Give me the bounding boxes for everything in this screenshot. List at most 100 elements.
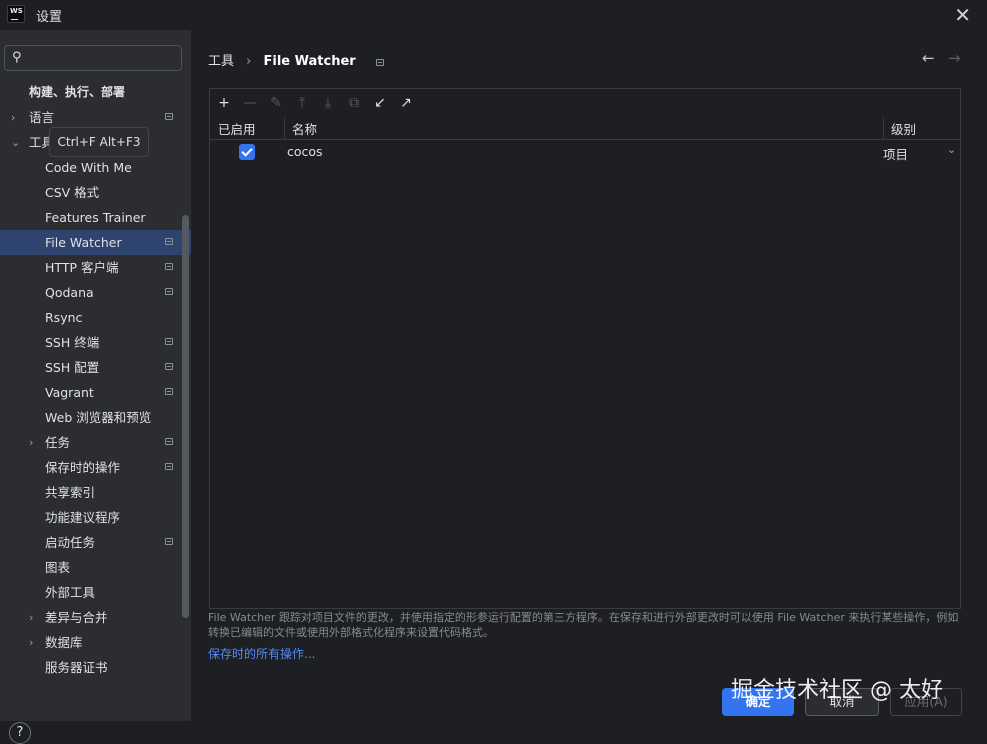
chevron-down-icon[interactable]: ⌄ xyxy=(947,143,956,156)
title-bar: WS 设置 ✕ xyxy=(0,0,987,30)
enabled-checkbox[interactable] xyxy=(239,144,255,160)
project-scope-icon xyxy=(165,463,173,470)
sidebar-item[interactable]: 图表 xyxy=(0,555,191,580)
column-enabled[interactable]: 已启用 xyxy=(218,119,256,138)
column-level[interactable]: 级别 xyxy=(891,119,916,138)
move-up-icon[interactable]: ⤒ xyxy=(292,93,312,113)
back-arrow-icon[interactable]: ← xyxy=(922,49,935,67)
sidebar-item[interactable]: CSV 格式 xyxy=(0,180,191,205)
forward-arrow-icon[interactable]: → xyxy=(948,49,961,67)
project-scope-icon xyxy=(165,438,173,445)
project-scope-icon xyxy=(165,113,173,120)
sidebar-item-label: Web 浏览器和预览 xyxy=(45,410,152,425)
sidebar-item[interactable]: 外部工具 xyxy=(0,580,191,605)
search-icon: ⚲ xyxy=(12,50,22,65)
sidebar-item[interactable]: SSH 终端 xyxy=(0,330,191,355)
save-actions-link[interactable]: 保存时的所有操作... xyxy=(208,645,315,662)
sidebar-item-label: 语言 xyxy=(29,110,55,125)
chevron-down-icon[interactable]: ⌄ xyxy=(11,130,20,155)
sidebar-item-label: File Watcher xyxy=(45,235,122,250)
sidebar-item[interactable]: › 差异与合并 xyxy=(0,605,191,630)
watchers-toolbar: + — ✎ ⤒ ⤓ ⧉ ↙ ↗ xyxy=(210,89,960,117)
sidebar-item[interactable]: HTTP 客户端 xyxy=(0,255,191,280)
sidebar-item-label: CSV 格式 xyxy=(45,185,100,200)
sidebar-item-label: 差异与合并 xyxy=(45,610,108,625)
sidebar-item-label: Vagrant xyxy=(45,385,94,400)
chevron-right-icon[interactable]: › xyxy=(29,630,33,655)
sidebar-item-label: 启动任务 xyxy=(45,535,96,550)
sidebar-item[interactable]: Vagrant xyxy=(0,380,191,405)
import-icon[interactable]: ↙ xyxy=(370,93,390,113)
sidebar-item-label: 任务 xyxy=(45,435,71,450)
sidebar-item-label: Code With Me xyxy=(45,160,132,175)
sidebar-item-label: 外部工具 xyxy=(45,585,96,600)
sidebar-item[interactable]: SSH 配置 xyxy=(0,355,191,380)
chevron-right-icon[interactable]: › xyxy=(29,605,33,630)
sidebar-item-label: Rsync xyxy=(45,310,83,325)
webstorm-logo-icon: WS xyxy=(7,5,25,23)
sidebar-item[interactable]: 启动任务 xyxy=(0,530,191,555)
description-text: File Watcher 跟踪对项目文件的更改，并使用指定的形参运行配置的第三方… xyxy=(208,611,959,639)
sidebar-item[interactable]: Rsync xyxy=(0,305,191,330)
sidebar-item-label: Qodana xyxy=(45,285,94,300)
sidebar-item[interactable]: Qodana xyxy=(0,280,191,305)
export-icon[interactable]: ↗ xyxy=(396,93,416,113)
sidebar-item-label: 服务器证书 xyxy=(45,660,108,675)
window-title: 设置 xyxy=(36,10,63,25)
sidebar-item[interactable]: Web 浏览器和预览 xyxy=(0,405,191,430)
sidebar-item-label: 数据库 xyxy=(45,635,83,650)
copy-icon[interactable]: ⧉ xyxy=(344,93,364,113)
move-down-icon[interactable]: ⤓ xyxy=(318,93,338,113)
watcher-name: cocos xyxy=(287,144,323,159)
sidebar-item[interactable]: 功能建议程序 xyxy=(0,505,191,530)
project-scope-icon xyxy=(165,263,173,270)
column-divider xyxy=(883,117,884,139)
project-scope-icon xyxy=(165,288,173,295)
settings-content: 工具 › File Watcher ← → + — ✎ ⤒ ⤓ ⧉ ↙ ↗ 已启用 名称 级别… xyxy=(191,30,987,721)
breadcrumb-separator: › xyxy=(246,54,252,69)
breadcrumb-current: File Watcher xyxy=(263,54,356,69)
sidebar-item[interactable]: 构建、执行、部署 xyxy=(0,80,191,104)
sidebar-item[interactable]: › 数据库 xyxy=(0,630,191,655)
sidebar-item-label: HTTP 客户端 xyxy=(45,260,119,275)
sidebar-scrollbar[interactable] xyxy=(182,215,189,618)
sidebar-item[interactable]: › 任务 xyxy=(0,430,191,455)
table-row[interactable]: cocos 项目 ⌄ xyxy=(210,140,960,164)
sidebar-item[interactable]: 服务器证书 xyxy=(0,655,191,680)
search-field[interactable]: ⚲ xyxy=(4,45,182,71)
close-icon[interactable]: ✕ xyxy=(954,3,971,27)
sidebar-item[interactable]: File Watcher xyxy=(0,230,191,255)
project-scope-icon xyxy=(165,363,173,370)
sidebar-item-label: 功能建议程序 xyxy=(45,510,121,525)
sidebar-item-label: 共享索引 xyxy=(45,485,96,500)
remove-icon[interactable]: — xyxy=(240,93,260,113)
add-icon[interactable]: + xyxy=(214,93,234,113)
sidebar-item-label: SSH 终端 xyxy=(45,335,100,350)
project-scope-icon xyxy=(165,338,173,345)
chevron-right-icon[interactable]: › xyxy=(11,105,15,130)
file-watchers-panel: + — ✎ ⤒ ⤓ ⧉ ↙ ↗ 已启用 名称 级别 cocos 项目 ⌄ xyxy=(209,88,961,609)
column-divider xyxy=(284,117,285,139)
edit-icon[interactable]: ✎ xyxy=(266,93,286,113)
watcher-level[interactable]: 项目 xyxy=(883,144,908,163)
app-logo-text: WS xyxy=(10,7,23,15)
sidebar-item-label: Features Trainer xyxy=(45,210,146,225)
project-scope-icon xyxy=(165,238,173,245)
help-button[interactable]: ? xyxy=(9,722,31,744)
sidebar-item[interactable]: 共享索引 xyxy=(0,480,191,505)
sidebar-item-label: 图表 xyxy=(45,560,71,575)
table-header: 已启用 名称 级别 xyxy=(210,117,960,140)
sidebar-item[interactable]: Code With Me xyxy=(0,155,191,180)
breadcrumb-parent[interactable]: 工具 xyxy=(208,54,234,69)
sidebar-item-label: 保存时的操作 xyxy=(45,460,121,475)
sidebar-item-label: 构建、执行、部署 xyxy=(29,85,126,99)
column-name[interactable]: 名称 xyxy=(292,119,317,138)
project-scope-icon xyxy=(165,538,173,545)
shortcut-tooltip: Ctrl+F Alt+F3 xyxy=(49,127,149,157)
breadcrumb: 工具 › File Watcher xyxy=(208,50,384,69)
search-input[interactable] xyxy=(33,49,177,69)
chevron-right-icon[interactable]: › xyxy=(29,430,33,455)
sidebar-item[interactable]: 保存时的操作 xyxy=(0,455,191,480)
project-scope-icon xyxy=(165,388,173,395)
sidebar-item[interactable]: Features Trainer xyxy=(0,205,191,230)
